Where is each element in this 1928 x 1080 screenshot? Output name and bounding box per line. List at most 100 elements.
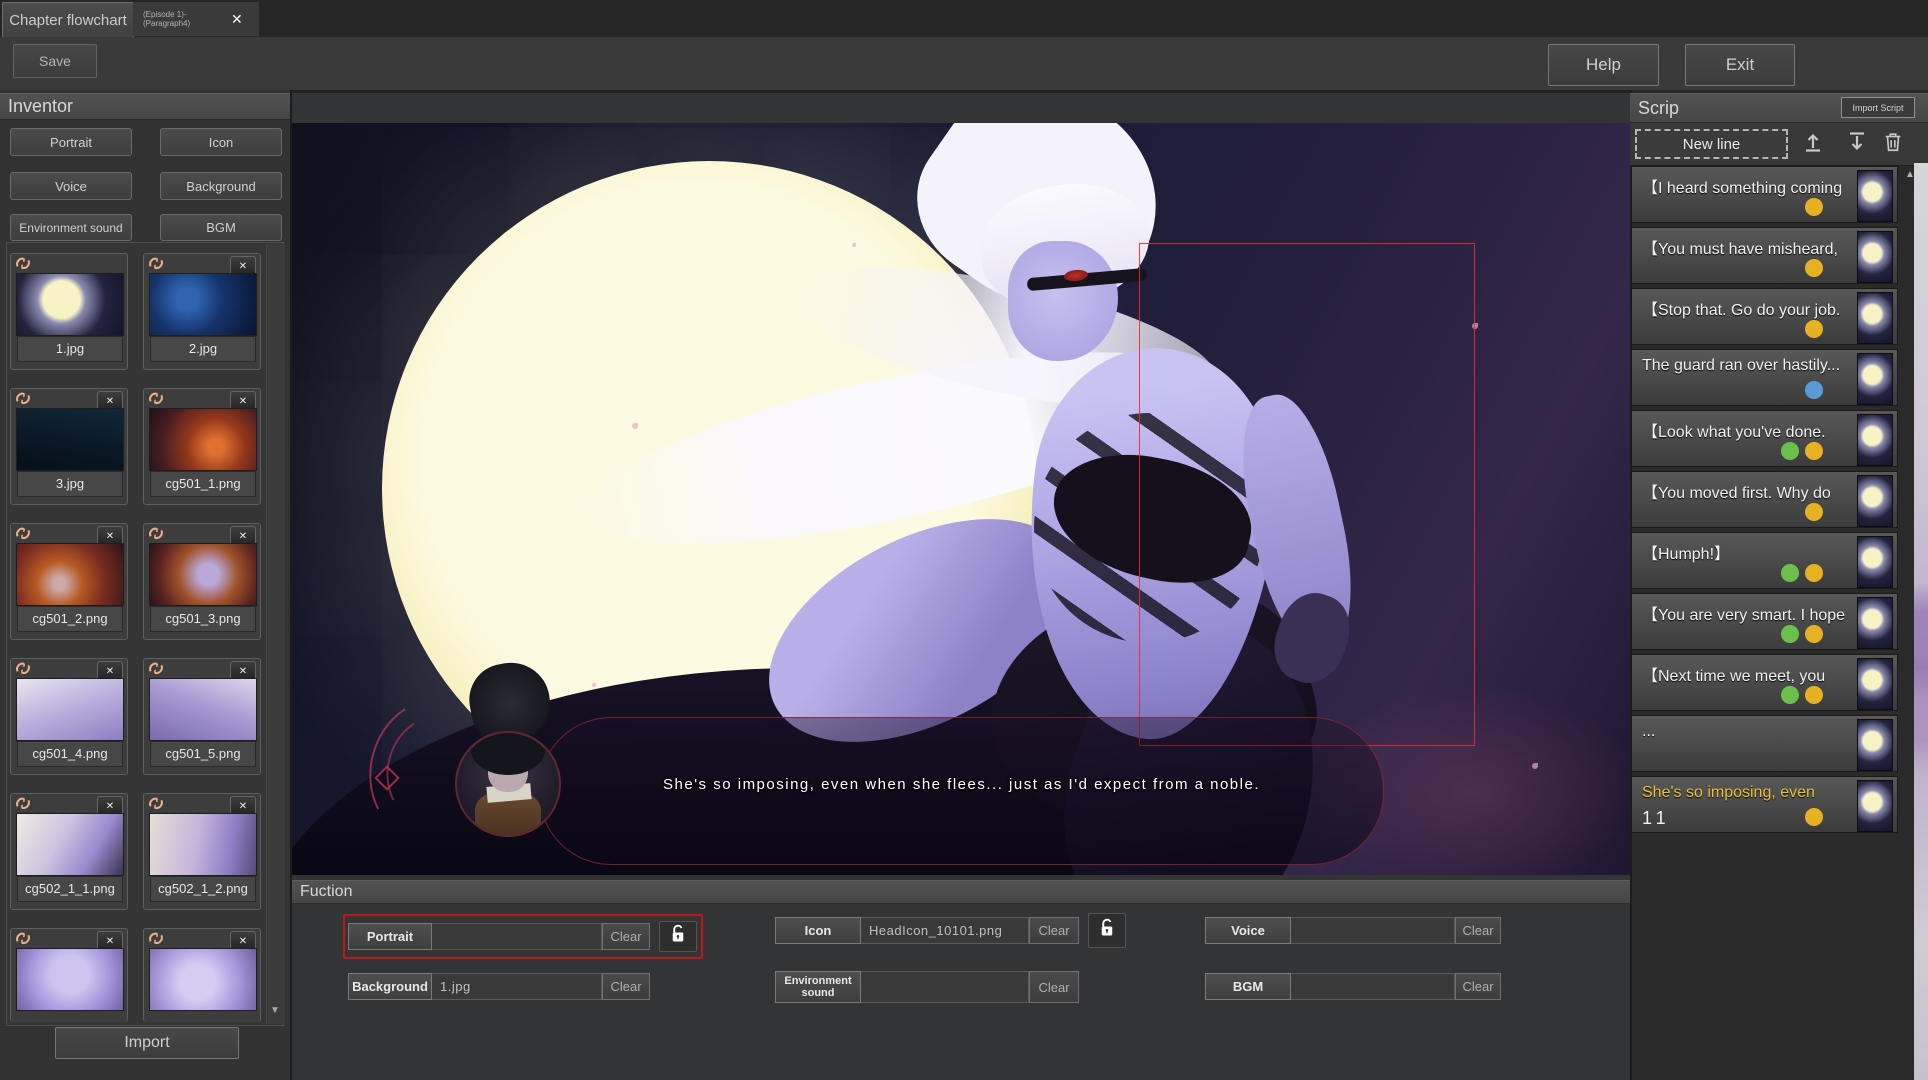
inventory-item-card[interactable]: ✕ — [10, 928, 128, 1022]
scroll-down-icon[interactable]: ▼ — [266, 1002, 284, 1018]
status-dots — [1805, 503, 1823, 521]
inventory-scrollbar[interactable] — [266, 244, 285, 1024]
icon-field-value[interactable]: HeadIcon_10101.png — [861, 917, 1029, 944]
script-line-item[interactable]: 【Stop that. Go do your job. — [1631, 288, 1898, 345]
script-line-item[interactable]: 【You must have misheard, — [1631, 227, 1898, 284]
bgm-field-label[interactable]: BGM — [1205, 973, 1291, 1000]
voice-clear-button[interactable]: Clear — [1455, 917, 1501, 944]
script-line-item[interactable]: The guard ran over hastily... — [1631, 349, 1898, 406]
script-line-item[interactable]: 【You moved first. Why do — [1631, 471, 1898, 528]
inventory-item-card[interactable]: ✕ cg501_4.png — [10, 658, 128, 775]
replace-asset-icon[interactable] — [148, 526, 164, 540]
category-voice-button[interactable]: Voice — [10, 172, 132, 200]
trash-icon — [1882, 130, 1904, 159]
environment-sound-field-value[interactable] — [861, 971, 1029, 1003]
script-line-item[interactable]: ... — [1631, 715, 1898, 772]
category-bgm-button[interactable]: BGM — [160, 214, 282, 241]
file-name: cg501_2.png — [17, 606, 123, 632]
new-line-button[interactable]: New line — [1635, 129, 1788, 159]
save-button[interactable]: Save — [13, 44, 97, 78]
replace-asset-icon[interactable] — [15, 391, 31, 405]
inventory-item-card[interactable]: ✕ cg501_5.png — [143, 658, 261, 775]
portrait-field-value[interactable] — [432, 923, 602, 950]
replace-asset-icon[interactable] — [15, 256, 31, 270]
background-clear-button[interactable]: Clear — [602, 973, 650, 1000]
category-icon-button[interactable]: Icon — [160, 128, 282, 156]
inventory-item-card[interactable]: ✕ 3.jpg — [10, 388, 128, 505]
inventory-item-card[interactable]: ✕ 1.jpg — [10, 253, 128, 370]
inventory-item-card[interactable]: ✕ cg502_1_1.png — [10, 793, 128, 910]
inventory-item-card[interactable]: ✕ — [143, 928, 261, 1022]
import-button[interactable]: Import — [55, 1027, 239, 1059]
move-line-up-button[interactable] — [1798, 131, 1828, 157]
environment-sound-clear-button[interactable]: Clear — [1029, 971, 1079, 1003]
inventory-item-card[interactable]: ✕ cg501_2.png — [10, 523, 128, 640]
file-name: 3.jpg — [17, 471, 123, 497]
voice-field-value[interactable] — [1291, 917, 1455, 944]
category-portrait-button[interactable]: Portrait — [10, 128, 132, 156]
portrait-clear-button[interactable]: Clear — [602, 923, 650, 950]
bgm-field-value[interactable] — [1291, 973, 1455, 1000]
portrait-field-row: Portrait Clear — [348, 923, 697, 950]
status-dot-green — [1781, 625, 1799, 643]
delete-line-button[interactable] — [1880, 131, 1906, 157]
tab-episode-paragraph[interactable]: (Episode 1)-(Paragraph4) ✕ — [133, 2, 259, 36]
inventory-item-card[interactable]: ✕ cg501_1.png — [143, 388, 261, 505]
script-line-item[interactable]: She's so imposing, even 11 — [1631, 776, 1898, 833]
category-environment-sound-button[interactable]: Environment sound — [10, 214, 132, 241]
script-line-item[interactable]: 【You are very smart. I hope — [1631, 593, 1898, 650]
thumbnail-image — [16, 408, 124, 471]
category-background-button[interactable]: Background — [160, 172, 282, 200]
thumbnail-image — [149, 948, 257, 1011]
inventory-item-card[interactable]: ✕ 2.jpg — [143, 253, 261, 370]
script-line-item[interactable]: 【I heard something coming — [1631, 166, 1898, 223]
replace-asset-icon[interactable] — [15, 526, 31, 540]
status-dots — [1805, 320, 1823, 338]
portrait-lock-button[interactable] — [659, 921, 697, 952]
status-dots — [1781, 625, 1823, 643]
script-line-item[interactable]: 【Next time we meet, you — [1631, 654, 1898, 711]
replace-asset-icon[interactable] — [15, 661, 31, 675]
exit-button[interactable]: Exit — [1685, 44, 1795, 86]
environment-sound-field-label[interactable]: Environment sound — [775, 971, 861, 1003]
icon-lock-button[interactable] — [1088, 913, 1126, 948]
status-dots — [1781, 564, 1823, 582]
replace-asset-icon[interactable] — [15, 796, 31, 810]
icon-clear-button[interactable]: Clear — [1029, 917, 1079, 944]
bgm-clear-button[interactable]: Clear — [1455, 973, 1501, 1000]
replace-asset-icon[interactable] — [148, 931, 164, 945]
background-field-value[interactable]: 1.jpg — [432, 973, 602, 1000]
script-line-item[interactable]: 【Look what you've done. — [1631, 410, 1898, 467]
script-line-thumbnail — [1857, 597, 1893, 649]
voice-field-label[interactable]: Voice — [1205, 917, 1291, 944]
icon-field-label[interactable]: Icon — [775, 917, 861, 944]
replace-asset-icon[interactable] — [148, 391, 164, 405]
replace-asset-icon[interactable] — [148, 796, 164, 810]
inventory-item-card[interactable]: ✕ cg502_1_2.png — [143, 793, 261, 910]
script-line-item[interactable]: 【Humph!】 — [1631, 532, 1898, 589]
portrait-selection-rectangle[interactable] — [1139, 243, 1475, 746]
close-tab-icon[interactable]: ✕ — [231, 11, 243, 28]
script-line-text: 【You moved first. Why do — [1642, 479, 1831, 503]
file-name: cg502_1_2.png — [150, 876, 256, 902]
help-button[interactable]: Help — [1548, 44, 1659, 86]
script-line-thumbnail — [1857, 719, 1893, 771]
import-script-button[interactable]: Import Script — [1841, 97, 1915, 118]
file-name: 1.jpg — [17, 336, 123, 362]
replace-asset-icon[interactable] — [148, 256, 164, 270]
inventory-item-card[interactable]: ✕ cg501_3.png — [143, 523, 261, 640]
game-preview-canvas[interactable]: She's so imposing, even when she flees..… — [292, 123, 1630, 875]
tab-chapter-flowchart[interactable]: Chapter flowchart — [2, 2, 134, 38]
portrait-field-label[interactable]: Portrait — [348, 923, 432, 950]
replace-asset-icon[interactable] — [148, 661, 164, 675]
tab-bar: Chapter flowchart (Episode 1)-(Paragraph… — [0, 0, 1928, 37]
portrait-field-highlight: Portrait Clear — [343, 914, 703, 959]
move-line-down-button[interactable] — [1842, 131, 1872, 157]
background-field-label[interactable]: Background — [348, 973, 432, 1000]
script-line-text: 【Look what you've done. — [1642, 418, 1826, 442]
background-field-row: Background 1.jpg Clear — [348, 973, 650, 1000]
voice-field-row: Voice Clear — [1205, 917, 1501, 944]
replace-asset-icon[interactable] — [15, 931, 31, 945]
thumbnail-image — [149, 813, 257, 876]
status-dot-yellow — [1805, 564, 1823, 582]
